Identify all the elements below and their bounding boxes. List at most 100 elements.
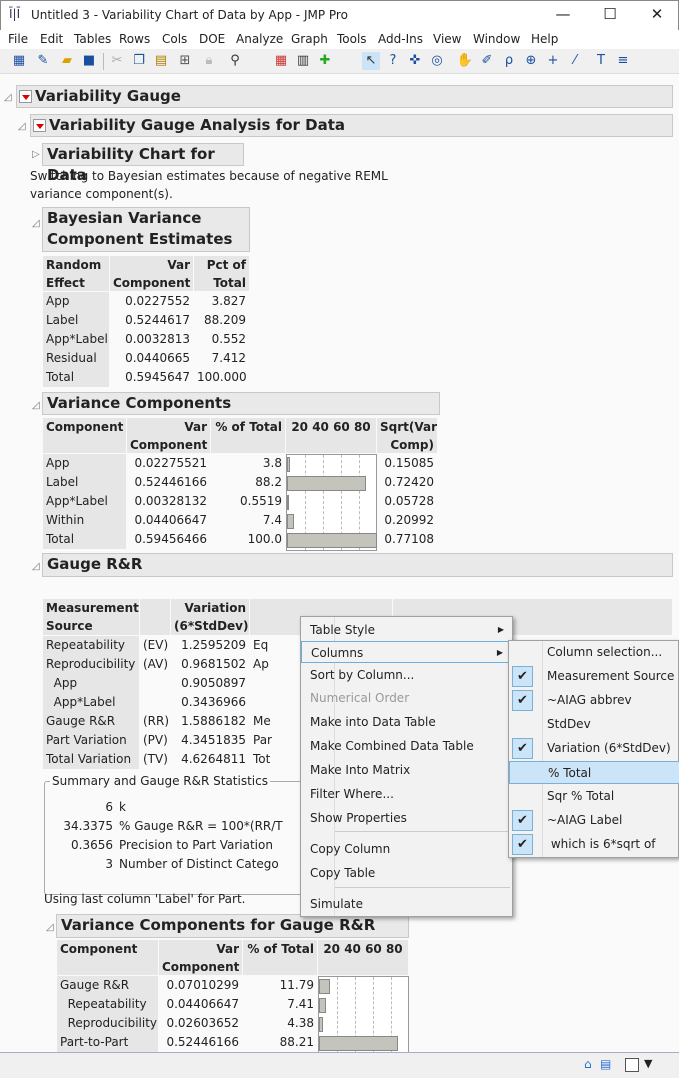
close-button[interactable]: ✕ (637, 5, 677, 23)
outline-variability-gauge[interactable]: Variability Gauge (16, 85, 673, 108)
column-header: Pct of Total (194, 256, 249, 291)
disclosure-icon[interactable]: ◿ (32, 397, 40, 411)
line-icon[interactable]: ≡ (614, 52, 632, 70)
arrow-tool-icon[interactable]: ↖ (362, 52, 380, 70)
lasso-select-icon[interactable]: ◎ (428, 52, 446, 70)
lock-icon[interactable]: 🔒︎ (200, 52, 218, 70)
brush-icon[interactable]: ✐ (478, 52, 496, 70)
menu-item-copy-table[interactable]: Copy Table (301, 862, 512, 884)
submenu-item--aiag-abbrev[interactable]: ✔ ~AIAG abbrev (509, 689, 679, 712)
columns-icon[interactable]: ▥ (294, 52, 312, 70)
zoom-icon[interactable]: ⊕ (522, 52, 540, 70)
table-cell: 1.2595209 (181, 638, 246, 652)
menu-separator (335, 831, 510, 832)
menu-item-columns[interactable]: Columns ▶ (301, 641, 512, 663)
checkmark-icon: ✔ (512, 666, 533, 687)
bar-gauge-r-r (319, 979, 330, 994)
menu-item-make-into-data-table[interactable]: Make into Data Table (301, 711, 512, 733)
menu-item-make-into-matrix[interactable]: Make Into Matrix (301, 759, 512, 781)
window-select-box[interactable] (625, 1058, 639, 1072)
outline-vc-gauge[interactable]: Variance Components for Gauge R&R (56, 914, 409, 938)
maximize-button[interactable]: ☐ (590, 5, 630, 23)
submenu-item-label: Sqr % Total (547, 789, 615, 803)
disclosure-icon[interactable]: ◿ (18, 118, 26, 132)
add-icon[interactable]: ✚ (316, 52, 334, 70)
outline-bayesian[interactable]: Bayesian Variance Component Estimates (42, 207, 250, 252)
menu-tools[interactable]: Tools (337, 32, 367, 46)
toolbar: ▦ ✎ ▰ ■ ✂ ❐ ▤ ⊞ 🔒︎ ⚲ ▦ ▥ ✚ ↖ ? ✜ ◎ ✋ ✐ ρ… (0, 49, 679, 74)
grabber-icon[interactable]: ✋ (456, 52, 474, 70)
menu-add-ins[interactable]: Add-Ins (378, 32, 423, 46)
disclosure-icon[interactable]: ◿ (32, 215, 40, 229)
menu-window[interactable]: Window (473, 32, 520, 46)
menu-item-numerical-order[interactable]: Numerical Order (301, 687, 512, 709)
submenu-item-stddev[interactable]: StdDev (509, 713, 679, 736)
menu-item-filter-where-[interactable]: Filter Where... (301, 783, 512, 805)
menu-file[interactable]: File (8, 32, 28, 46)
submenu-item--which-is-6-sqrt-of[interactable]: ✔ which is 6*sqrt of (509, 833, 679, 856)
search-icon[interactable]: ⚲ (226, 52, 244, 70)
new-data-table-icon[interactable]: ▦ (10, 52, 28, 70)
disclosure-closed-icon[interactable]: ▷ (32, 146, 40, 160)
row-label: Residual (43, 349, 109, 368)
submenu-item--total[interactable]: % Total (509, 761, 679, 784)
disclosure-icon[interactable]: ◿ (32, 558, 40, 572)
help-icon[interactable]: ? (384, 52, 402, 70)
submenu-item-label: Variation (6*StdDev) (547, 741, 671, 755)
menu-edit[interactable]: Edit (40, 32, 63, 46)
checkmark-icon: ✔ (512, 834, 533, 855)
menu-graph[interactable]: Graph (291, 32, 328, 46)
menu-rows[interactable]: Rows (119, 32, 150, 46)
script-editor-icon[interactable]: ⊞ (176, 52, 194, 70)
menu-item-sort-by-column-[interactable]: Sort by Column... (301, 664, 512, 686)
outline-gauge-rr[interactable]: Gauge R&R (42, 553, 673, 577)
row-label: App (43, 454, 126, 473)
dropdown-arrow-icon[interactable]: ▼ (644, 1057, 652, 1070)
submenu-item--aiag-label[interactable]: ✔ ~AIAG Label (509, 809, 679, 832)
red-triangle-menu-icon[interactable] (33, 119, 46, 132)
copy-icon[interactable]: ❐ (130, 52, 148, 70)
outline-title: Variance Components for Gauge R&R (61, 916, 376, 934)
table-cell: 0.15085 (384, 456, 434, 470)
header-line: Random (46, 258, 102, 272)
new-script-icon[interactable]: ✎ (34, 52, 52, 70)
text-annotate-icon[interactable]: T (592, 52, 610, 70)
paste-icon[interactable]: ▤ (152, 52, 170, 70)
submenu-item-sqr-total[interactable]: Sqr % Total (509, 785, 679, 808)
outline-variability-chart[interactable]: Variability Chart for Data (42, 143, 244, 184)
menu-item-show-properties[interactable]: Show Properties (301, 807, 512, 829)
bar-total (287, 533, 377, 548)
home-icon[interactable]: ⌂ (584, 1057, 592, 1071)
line-tool-icon[interactable]: ⁄ (566, 52, 584, 70)
lasso-icon[interactable]: ρ (500, 52, 518, 70)
minimize-button[interactable]: — (543, 5, 583, 23)
table-cell: 100.0 (247, 532, 282, 546)
menu-help[interactable]: Help (531, 32, 558, 46)
table-cell: 3.827 (211, 294, 246, 308)
open-icon[interactable]: ▰ (58, 52, 76, 70)
save-icon[interactable]: ■ (80, 52, 98, 70)
crosshair-icon[interactable]: ✜ (406, 52, 424, 70)
menu-item-copy-column[interactable]: Copy Column (301, 838, 512, 860)
menu-tables[interactable]: Tables (74, 32, 111, 46)
disclosure-icon[interactable]: ◿ (4, 89, 12, 103)
menu-item-table-style[interactable]: Table Style ▶ (301, 619, 512, 641)
data-grid-icon[interactable]: ▦ (272, 52, 290, 70)
submenu-item-measurement-source[interactable]: ✔ Measurement Source (509, 665, 679, 688)
menu-item-simulate[interactable]: Simulate (301, 893, 512, 915)
menu-analyze[interactable]: Analyze (236, 32, 283, 46)
red-triangle-menu-icon[interactable] (19, 90, 32, 103)
outline-variance-components[interactable]: Variance Components (42, 392, 440, 415)
summary-value: 34.3375 (63, 819, 113, 833)
cut-icon[interactable]: ✂ (108, 52, 126, 70)
menu-cols[interactable]: Cols (162, 32, 187, 46)
crosshairs-icon[interactable]: + (544, 52, 562, 70)
submenu-item-variation-6-stddev-[interactable]: ✔ Variation (6*StdDev) (509, 737, 679, 760)
disclosure-icon[interactable]: ◿ (46, 919, 54, 933)
menu-view[interactable]: View (433, 32, 461, 46)
menu-doe[interactable]: DOE (199, 32, 225, 46)
submenu-item-column-selection-[interactable]: Column selection... (509, 641, 679, 664)
menu-item-make-combined-data-table[interactable]: Make Combined Data Table (301, 735, 512, 757)
outline-gauge-analysis[interactable]: Variability Gauge Analysis for Data (30, 114, 673, 137)
window-list-icon[interactable]: ▤ (600, 1057, 611, 1071)
